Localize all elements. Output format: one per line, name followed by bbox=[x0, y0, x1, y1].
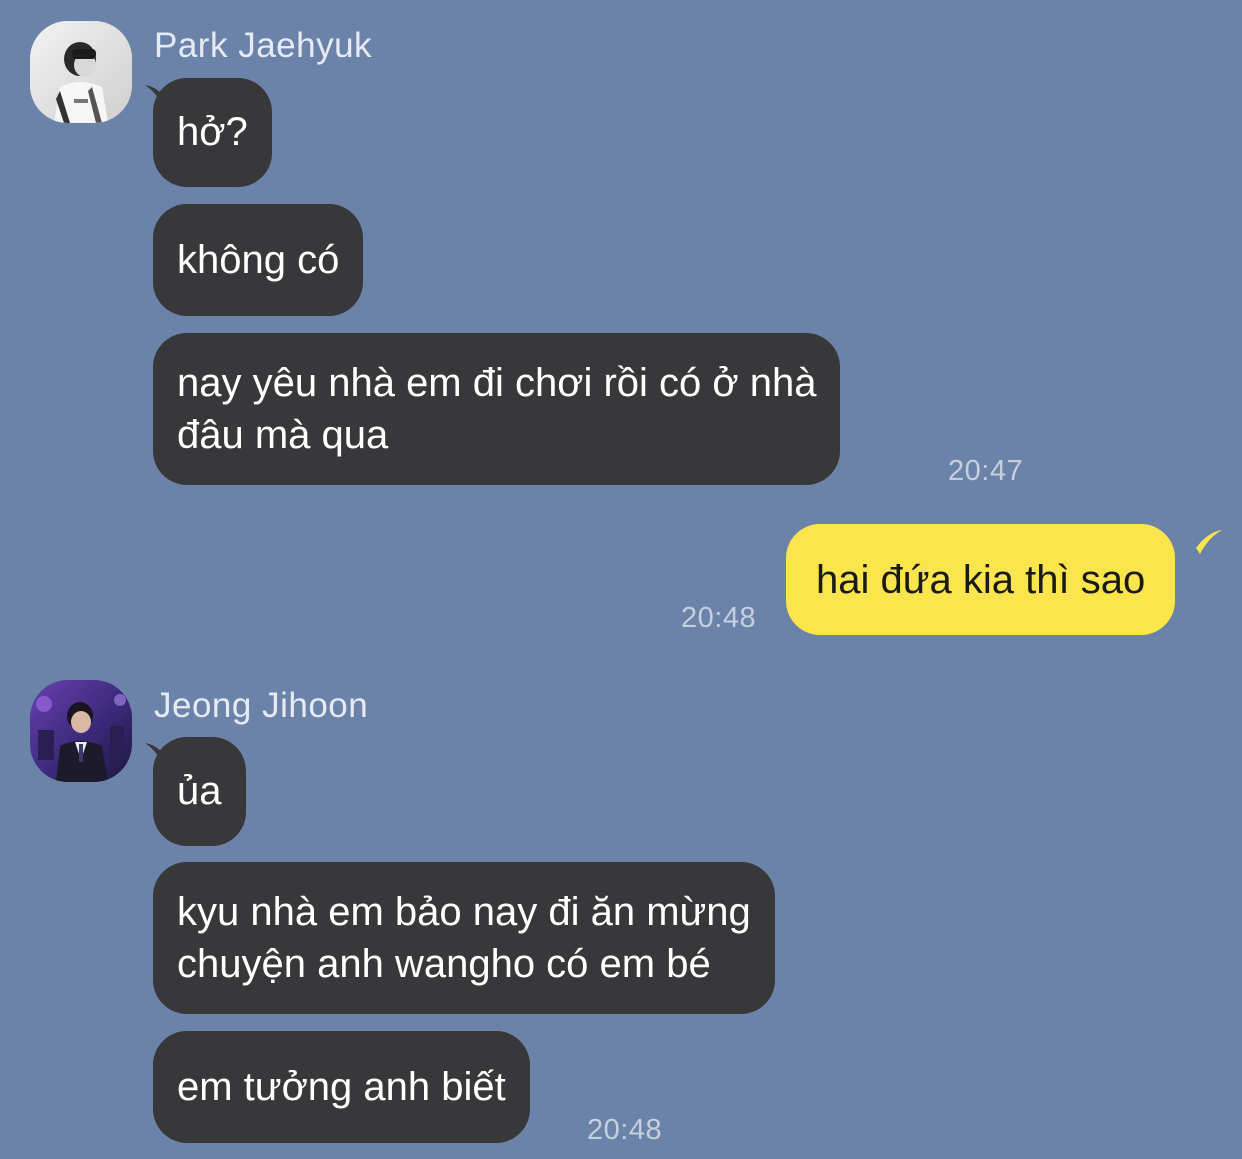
avatar-jeong-jihoon[interactable] bbox=[30, 680, 132, 782]
chat-message-list[interactable]: Park Jaehyuk hở? không có nay yêu nhà em… bbox=[0, 0, 1242, 1159]
profile-photo-purple-icon bbox=[30, 680, 132, 782]
message-text: kyu nhà em bảo nay đi ăn mừng chuyện anh… bbox=[177, 890, 751, 986]
message-timestamp: 20:47 bbox=[948, 455, 1024, 487]
message-text: hở? bbox=[177, 110, 248, 154]
avatar-park-jaehyuk[interactable] bbox=[30, 21, 132, 123]
message-text: hai đứa kia thì sao bbox=[816, 558, 1146, 602]
message-bubble[interactable]: kyu nhà em bảo nay đi ăn mừng chuyện anh… bbox=[153, 862, 775, 1014]
message-text: ủa bbox=[177, 769, 222, 813]
message-text: không có bbox=[177, 238, 340, 282]
profile-photo-grayscale-icon bbox=[30, 21, 132, 123]
message-bubble[interactable]: không có bbox=[153, 204, 364, 316]
bubble-tail bbox=[1196, 530, 1222, 554]
message-text: em tưởng anh biết bbox=[177, 1065, 506, 1109]
message-timestamp: 20:48 bbox=[681, 602, 757, 634]
message-timestamp: 20:48 bbox=[587, 1114, 663, 1146]
message-bubble[interactable]: ủa bbox=[153, 737, 246, 846]
sender-name: Park Jaehyuk bbox=[154, 26, 373, 65]
message-bubble[interactable]: em tưởng anh biết bbox=[153, 1031, 530, 1143]
message-bubble[interactable]: nay yêu nhà em đi chơi rồi có ở nhà đâu … bbox=[153, 333, 841, 485]
message-text: nay yêu nhà em đi chơi rồi có ở nhà đâu … bbox=[177, 361, 817, 457]
message-bubble[interactable]: hai đứa kia thì sao bbox=[786, 524, 1176, 635]
sender-name: Jeong Jihoon bbox=[154, 686, 369, 725]
message-bubble[interactable]: hở? bbox=[153, 78, 272, 187]
